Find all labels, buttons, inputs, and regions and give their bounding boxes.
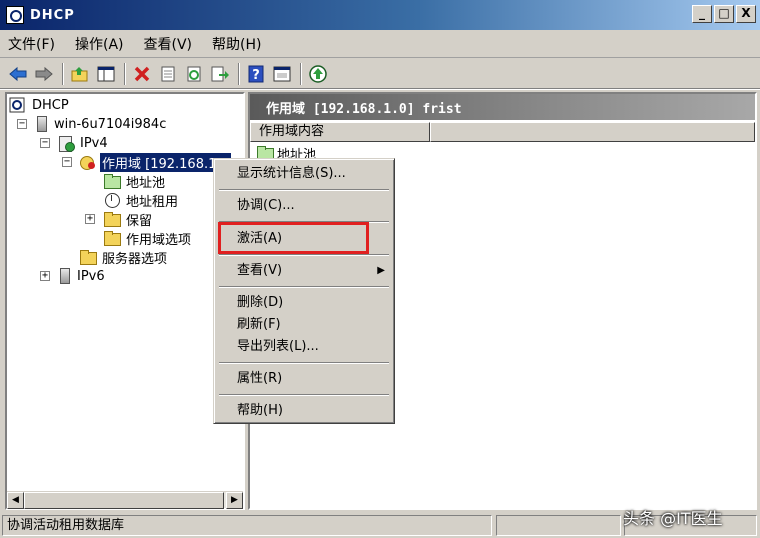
toolbar: ? <box>0 59 760 89</box>
tree-node-scope[interactable]: 作用域 [192.168.1.0 <box>79 152 231 172</box>
forward-icon[interactable] <box>32 62 56 86</box>
horizontal-scrollbar[interactable]: ◀ ▶ <box>7 491 243 509</box>
scrollbar-thumb[interactable] <box>24 492 224 509</box>
svg-text:?: ? <box>252 68 260 83</box>
context-menu: 显示统计信息(S)... 协调(C)... 激活(A) 查看(V) ▶ 删除(D… <box>213 158 395 424</box>
address-pool-icon <box>103 173 121 189</box>
menu-view[interactable]: 查看(V) <box>144 34 193 54</box>
tree-label: IPv4 <box>80 135 108 151</box>
ipv6-icon <box>60 268 70 284</box>
show-hide-tree-icon[interactable] <box>94 62 118 86</box>
expand-toggle[interactable]: + <box>85 214 95 224</box>
toolbar-separator <box>62 62 64 85</box>
tree-node-ipv4[interactable]: IPv4 <box>57 134 110 152</box>
up-folder-icon[interactable] <box>68 62 92 86</box>
menu-separator <box>219 362 389 364</box>
tree-label: win-6u7104i984c <box>54 116 167 132</box>
menu-item-export-list[interactable]: 导出列表(L)... <box>217 336 391 358</box>
tree-node-dhcp[interactable]: DHCP <box>9 96 71 114</box>
dhcp-root-icon <box>9 97 27 113</box>
tree-node-server[interactable]: win-6u7104i984c <box>34 115 168 133</box>
tree-label: 作用域选项 <box>126 232 192 248</box>
refresh-icon[interactable] <box>182 62 206 86</box>
tree-node-reservations[interactable]: 保留 <box>103 210 154 229</box>
tree-node-server-options[interactable]: 服务器选项 <box>79 248 169 267</box>
maximize-button[interactable]: □ <box>714 5 734 23</box>
submenu-arrow-icon: ▶ <box>377 265 385 276</box>
tree-node-address-pool[interactable]: 地址池 <box>103 172 167 191</box>
collapse-toggle[interactable]: − <box>40 138 50 148</box>
menu-item-view[interactable]: 查看(V) ▶ <box>217 260 391 282</box>
title-bar: DHCP _ □ X <box>0 0 760 30</box>
help-icon[interactable]: ? <box>244 62 268 86</box>
scope-options-icon <box>103 230 121 246</box>
tree-label: 地址租用 <box>126 194 179 210</box>
window-controls: _ □ X <box>692 5 756 23</box>
menu-bar: 文件(F) 操作(A) 查看(V) 帮助(H) <box>0 30 760 58</box>
tree-label: 地址池 <box>126 175 166 191</box>
status-text: 协调活动租用数据库 <box>2 515 492 536</box>
reservations-icon <box>103 211 121 227</box>
menu-item-show-statistics[interactable]: 显示统计信息(S)... <box>217 163 391 185</box>
expand-toggle[interactable]: + <box>40 271 50 281</box>
menu-item-help[interactable]: 帮助(H) <box>217 400 391 422</box>
scope-icon <box>79 154 97 170</box>
menu-file[interactable]: 文件(F) <box>8 34 55 54</box>
minimize-button[interactable]: _ <box>692 5 712 23</box>
view-icon[interactable] <box>270 62 294 86</box>
tree-node-scope-options[interactable]: 作用域选项 <box>103 229 193 248</box>
column-header-scope-contents[interactable]: 作用域内容 <box>250 122 430 142</box>
column-header-empty[interactable] <box>430 122 755 142</box>
toolbar-separator <box>238 62 240 85</box>
collapse-toggle[interactable]: − <box>17 119 27 129</box>
server-icon <box>37 116 47 132</box>
back-icon[interactable] <box>6 62 30 86</box>
menu-item-reconcile[interactable]: 协调(C)... <box>217 195 391 217</box>
tree-label: DHCP <box>32 97 69 113</box>
menu-item-refresh[interactable]: 刷新(F) <box>217 314 391 336</box>
watermark: 头条 @IT医生 <box>623 509 723 528</box>
delete-icon[interactable] <box>130 62 154 86</box>
scroll-left-icon[interactable]: ◀ <box>7 492 24 509</box>
menu-separator <box>219 394 389 396</box>
properties-icon[interactable] <box>156 62 180 86</box>
menu-item-delete[interactable]: 删除(D) <box>217 292 391 314</box>
activate-highlight-annotation <box>218 222 369 254</box>
tree-label: IPv6 <box>77 268 105 284</box>
menu-separator <box>219 286 389 288</box>
tree-label: 保留 <box>126 213 153 229</box>
tree-label-selected: 作用域 [192.168.1.0 <box>100 152 231 172</box>
status-panel <box>496 515 621 536</box>
tree-node-ipv6[interactable]: IPv6 <box>57 267 107 285</box>
server-options-icon <box>79 249 97 265</box>
collapse-toggle[interactable]: − <box>62 157 72 167</box>
ipv4-icon <box>57 135 75 152</box>
menu-help[interactable]: 帮助(H) <box>212 34 261 54</box>
menu-item-label: 查看(V) <box>237 263 283 278</box>
tree-label: 服务器选项 <box>102 251 168 267</box>
menu-item-properties[interactable]: 属性(R) <box>217 368 391 390</box>
toolbar-separator <box>124 62 126 85</box>
console-tree[interactable]: DHCP − win-6u7104i984c − IPv4 − 作用域 [192… <box>5 92 245 510</box>
window-title: DHCP <box>30 7 75 23</box>
details-header: 作用域 [192.168.1.0] frist <box>250 94 755 120</box>
dhcp-app-icon <box>6 6 24 24</box>
export-icon[interactable] <box>208 62 232 86</box>
activate-icon[interactable] <box>306 62 330 86</box>
scroll-right-icon[interactable]: ▶ <box>226 492 243 509</box>
close-button[interactable]: X <box>736 5 756 23</box>
menu-separator <box>219 189 389 191</box>
menu-action[interactable]: 操作(A) <box>75 34 124 54</box>
address-leases-icon <box>103 192 121 208</box>
menu-separator <box>219 254 389 256</box>
toolbar-separator <box>300 62 302 85</box>
tree-node-address-leases[interactable]: 地址租用 <box>103 191 180 210</box>
